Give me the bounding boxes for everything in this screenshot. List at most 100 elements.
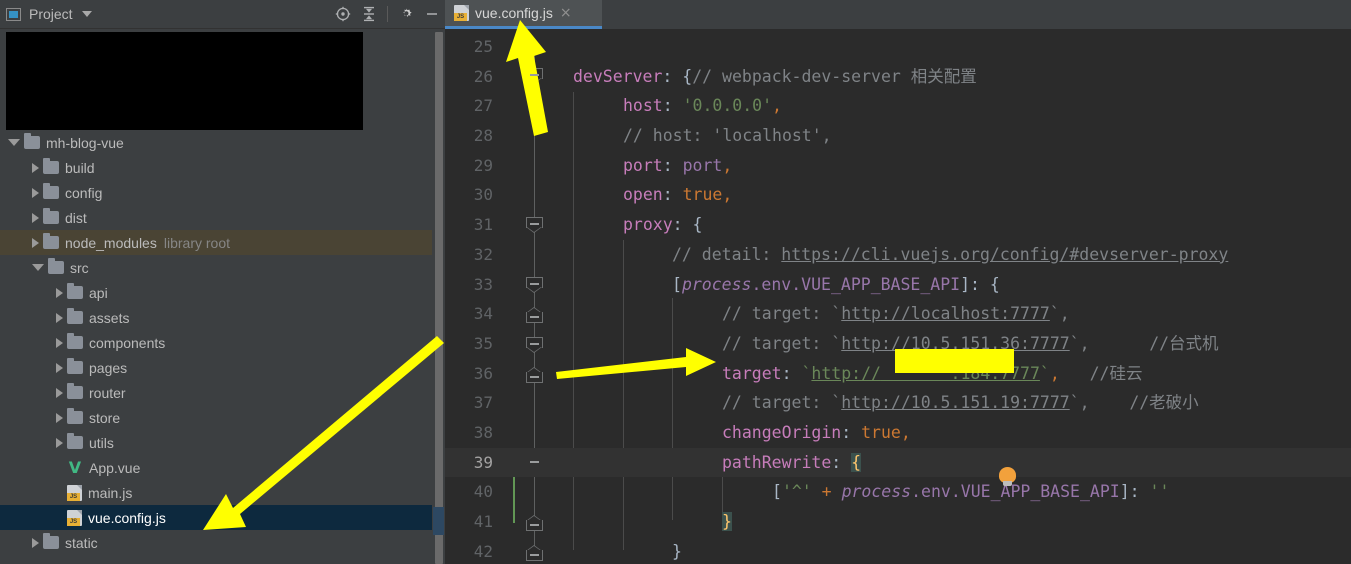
code-line-25[interactable]: 25 // webpack-dev-server 相关配置 bbox=[445, 32, 1351, 86]
minimize-icon[interactable] bbox=[419, 1, 445, 27]
tree-item-main-js[interactable]: main.js bbox=[0, 480, 432, 505]
code-line-28[interactable]: 28 // host: 'localhost', bbox=[445, 121, 1351, 151]
code-line-27[interactable]: 27 host: '0.0.0.0', bbox=[445, 91, 1351, 121]
folder-icon bbox=[67, 333, 83, 349]
chevron-right-icon[interactable] bbox=[32, 187, 39, 198]
token-property: open bbox=[623, 185, 663, 205]
tree-item-vue-config-js[interactable]: vue.config.js bbox=[0, 505, 432, 530]
tree-item-router[interactable]: router bbox=[0, 380, 432, 405]
token-punct: : bbox=[662, 155, 683, 175]
token-string: '0.0.0.0' bbox=[682, 96, 773, 116]
chevron-right-icon[interactable] bbox=[56, 312, 63, 323]
folder-icon bbox=[67, 283, 83, 299]
code-line-29[interactable]: 29 port: port, bbox=[445, 151, 1351, 181]
tree-item-config[interactable]: config bbox=[0, 180, 432, 205]
tool-window-actions bbox=[330, 0, 445, 29]
tree-item-store[interactable]: store bbox=[0, 405, 432, 430]
code-line-30[interactable]: 30 open: true, bbox=[445, 180, 1351, 210]
sidebar-scrollbar-marker bbox=[433, 507, 444, 535]
chevron-down-icon[interactable] bbox=[8, 139, 20, 146]
tab-vue-config-js[interactable]: vue.config.js × bbox=[445, 0, 602, 29]
code-viewport[interactable]: 25 // webpack-dev-server 相关配置 26 devServ… bbox=[445, 32, 1351, 564]
tree-item-src[interactable]: src bbox=[0, 255, 432, 280]
code-line-39[interactable]: 39 pathRewrite: { bbox=[445, 447, 1351, 478]
code-line-41[interactable]: 41 } bbox=[445, 507, 1351, 537]
tree-item-dist[interactable]: dist bbox=[0, 205, 432, 230]
token-member: .env. bbox=[911, 482, 961, 502]
line-number: 34 bbox=[473, 304, 493, 324]
code-line-37[interactable]: 37 // target: `http://10.5.151.19:7777`,… bbox=[445, 388, 1351, 418]
tree-item-app-vue[interactable]: V App.vue bbox=[0, 455, 432, 480]
tree-item-label: build bbox=[65, 159, 95, 176]
token-operator: + bbox=[811, 482, 842, 502]
token-punct: } bbox=[672, 541, 682, 561]
token-url[interactable]: http://10.5.151.19:7777 bbox=[841, 393, 1069, 412]
code-line-33[interactable]: 33 [process.env.VUE_APP_BASE_API]: { bbox=[445, 270, 1351, 300]
chevron-down-icon[interactable] bbox=[81, 11, 92, 17]
project-tree[interactable]: mh-blog-vue build config dist node_modules li… bbox=[0, 130, 432, 564]
token-url-prefix[interactable]: http:// bbox=[811, 364, 881, 383]
gear-icon[interactable] bbox=[393, 1, 419, 27]
folder-icon bbox=[43, 233, 59, 249]
tree-item-label: dist bbox=[65, 209, 87, 226]
token-punct: ` bbox=[1039, 363, 1050, 383]
tree-item-node-modules[interactable]: node_modules library root bbox=[0, 230, 432, 255]
chevron-right-icon[interactable] bbox=[56, 287, 63, 298]
tree-item-pages[interactable]: pages bbox=[0, 355, 432, 380]
chevron-right-icon[interactable] bbox=[32, 162, 39, 173]
chevron-right-icon[interactable] bbox=[56, 387, 63, 398]
tree-item-label: main.js bbox=[88, 484, 133, 501]
tree-item-static[interactable]: static bbox=[0, 530, 432, 555]
token-comment: `, bbox=[1069, 333, 1150, 353]
tree-item-label: pages bbox=[89, 359, 128, 376]
sidebar-scrollbar-thumb[interactable] bbox=[435, 32, 443, 564]
token-property: changeOrigin bbox=[722, 422, 842, 442]
folder-icon bbox=[67, 308, 83, 324]
chevron-right-icon[interactable] bbox=[56, 337, 63, 348]
js-file-icon bbox=[67, 484, 82, 501]
code-line-42[interactable]: 42 } bbox=[445, 537, 1351, 564]
locate-icon[interactable] bbox=[330, 1, 356, 27]
folder-icon bbox=[43, 208, 59, 224]
token-comment: // host: 'localhost', bbox=[623, 126, 832, 146]
close-icon[interactable]: × bbox=[560, 6, 572, 20]
code-line-26[interactable]: 26 devServer: { bbox=[445, 62, 1351, 92]
code-line-38[interactable]: 38 changeOrigin: true, bbox=[445, 418, 1351, 448]
token-comment: // target: ` bbox=[722, 333, 842, 353]
collapse-all-icon[interactable] bbox=[356, 1, 382, 27]
code-line-31[interactable]: 31 proxy: { bbox=[445, 210, 1351, 240]
token-punct: : { bbox=[672, 215, 703, 235]
chevron-right-icon[interactable] bbox=[32, 212, 39, 223]
code-lines[interactable]: 25 // webpack-dev-server 相关配置 26 devServ… bbox=[445, 32, 1351, 564]
sidebar-scrollbar[interactable] bbox=[433, 29, 444, 564]
tree-item-assets[interactable]: assets bbox=[0, 305, 432, 330]
tree-item-utils[interactable]: utils bbox=[0, 430, 432, 455]
token-string: '^' bbox=[781, 482, 812, 502]
token-punct: , bbox=[772, 96, 782, 116]
code-line-32[interactable]: 32 // detail: https://cli.vuejs.org/conf… bbox=[445, 240, 1351, 270]
token-url[interactable]: http://localhost:7777 bbox=[841, 304, 1050, 323]
code-line-40[interactable]: 40 ['^' + process.env.VUE_APP_BASE_API]:… bbox=[445, 477, 1351, 507]
folder-icon bbox=[67, 383, 83, 399]
chevron-right-icon[interactable] bbox=[56, 437, 63, 448]
token-string: '' bbox=[1149, 482, 1170, 502]
chevron-right-icon[interactable] bbox=[32, 237, 39, 248]
tree-item-build[interactable]: build bbox=[0, 155, 432, 180]
chevron-down-icon[interactable] bbox=[32, 264, 44, 271]
token-punct: ]: { bbox=[960, 274, 1000, 294]
tree-item-components[interactable]: components bbox=[0, 330, 432, 355]
token-url[interactable]: https://cli.vuejs.org/config/#devserver-… bbox=[781, 245, 1228, 264]
token-punct: : bbox=[781, 363, 802, 383]
chevron-right-icon[interactable] bbox=[56, 362, 63, 373]
token-matching-brace: } bbox=[722, 512, 732, 531]
chevron-right-icon[interactable] bbox=[32, 537, 39, 548]
tool-window-header: Project bbox=[0, 0, 445, 29]
intention-bulb-icon[interactable] bbox=[999, 467, 1016, 487]
line-number: 37 bbox=[473, 393, 493, 413]
tree-item-api[interactable]: api bbox=[0, 280, 432, 305]
code-line-34[interactable]: 34 // target: `http://localhost:7777`, bbox=[445, 299, 1351, 329]
vue-file-icon: V bbox=[68, 458, 82, 477]
chevron-right-icon[interactable] bbox=[56, 412, 63, 423]
tree-item-mh-blog-vue[interactable]: mh-blog-vue bbox=[0, 130, 432, 155]
redacted-ip-highlight bbox=[895, 349, 1014, 373]
